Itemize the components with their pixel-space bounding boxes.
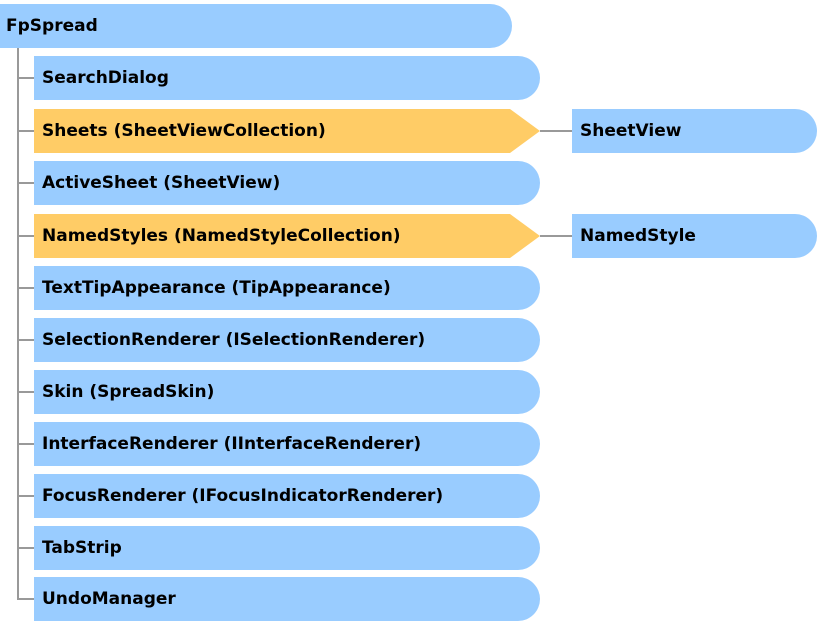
node-texttipappearance[interactable]: TextTipAppearance (TipAppearance) xyxy=(34,266,540,310)
node-label: UndoManager xyxy=(42,589,176,609)
node-activesheet[interactable]: ActiveSheet (SheetView) xyxy=(34,161,540,205)
branch-line xyxy=(17,77,34,79)
node-undomanager[interactable]: UndoManager xyxy=(34,577,540,621)
node-label: FocusRenderer (IFocusIndicatorRenderer) xyxy=(42,486,444,506)
node-selectionrenderer[interactable]: SelectionRenderer (ISelectionRenderer) xyxy=(34,318,540,362)
root-node-fpspread[interactable]: FpSpread xyxy=(0,4,512,48)
branch-line xyxy=(17,235,34,237)
node-namedstyle[interactable]: NamedStyle xyxy=(572,214,817,258)
branch-line xyxy=(17,130,34,132)
node-sheets[interactable]: Sheets (SheetViewCollection) xyxy=(34,109,540,153)
node-label: SelectionRenderer (ISelectionRenderer) xyxy=(42,330,426,350)
branch-line xyxy=(17,287,34,289)
node-label: Sheets (SheetViewCollection) xyxy=(42,121,326,141)
node-label: NamedStyle xyxy=(580,226,696,246)
node-label: InterfaceRenderer (IInterfaceRenderer) xyxy=(42,434,422,454)
branch-line xyxy=(17,443,34,445)
node-label: TextTipAppearance (TipAppearance) xyxy=(42,278,391,298)
branch-line xyxy=(17,182,34,184)
branch-line xyxy=(17,495,34,497)
branch-line xyxy=(17,339,34,341)
node-sheetview[interactable]: SheetView xyxy=(572,109,817,153)
node-label: SearchDialog xyxy=(42,68,169,88)
root-node-label: FpSpread xyxy=(6,16,98,36)
branch-line xyxy=(17,598,34,600)
node-label: TabStrip xyxy=(42,538,122,558)
branch-line xyxy=(17,547,34,549)
node-label: Skin (SpreadSkin) xyxy=(42,382,215,402)
node-namedstyles[interactable]: NamedStyles (NamedStyleCollection) xyxy=(34,214,540,258)
node-label: SheetView xyxy=(580,121,682,141)
node-interfacerenderer[interactable]: InterfaceRenderer (IInterfaceRenderer) xyxy=(34,422,540,466)
collection-link-line xyxy=(540,235,572,237)
node-focusrenderer[interactable]: FocusRenderer (IFocusIndicatorRenderer) xyxy=(34,474,540,518)
node-searchdialog[interactable]: SearchDialog xyxy=(34,56,540,100)
node-label: ActiveSheet (SheetView) xyxy=(42,173,281,193)
node-tabstrip[interactable]: TabStrip xyxy=(34,526,540,570)
collection-link-line xyxy=(540,130,572,132)
branch-line xyxy=(17,391,34,393)
node-skin[interactable]: Skin (SpreadSkin) xyxy=(34,370,540,414)
node-label: NamedStyles (NamedStyleCollection) xyxy=(42,226,401,246)
